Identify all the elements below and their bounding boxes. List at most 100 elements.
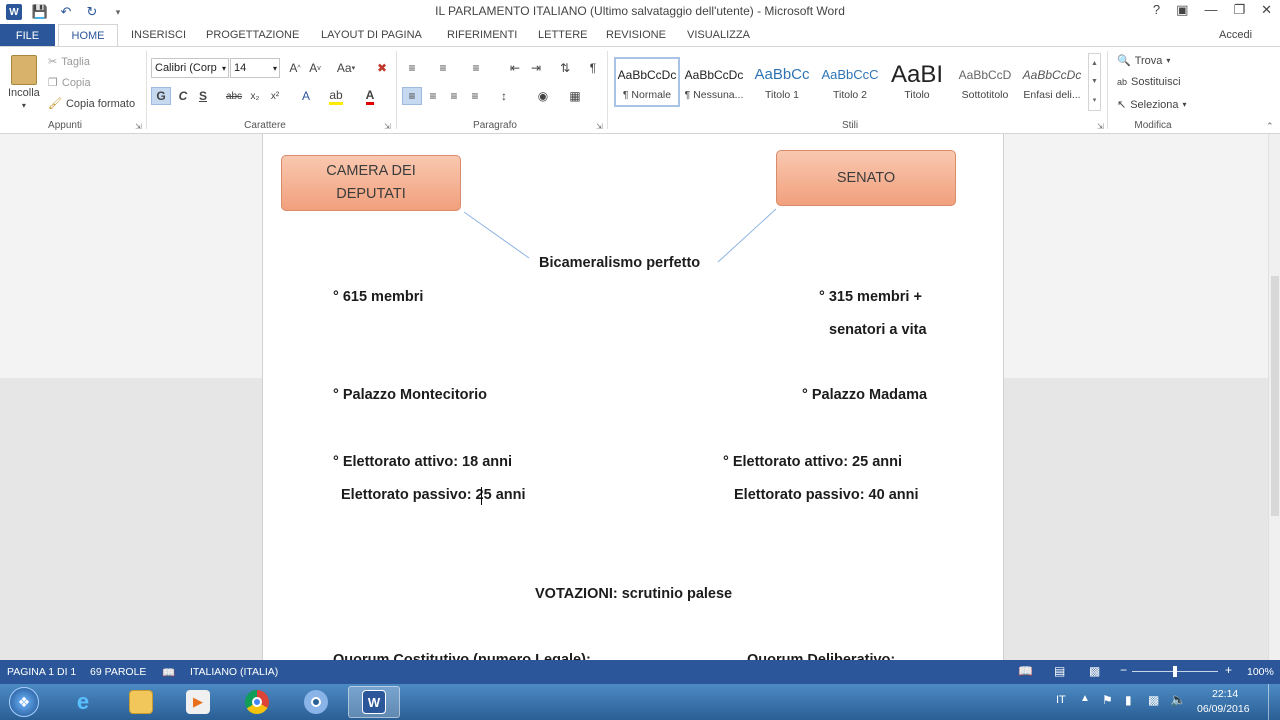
style-nessuna-spaziatura[interactable]: AaBbCcDc ¶ Nessuna... <box>681 57 747 107</box>
taskbar-word[interactable]: W <box>348 686 400 718</box>
align-center-icon[interactable]: ≡ <box>423 87 443 105</box>
help-icon[interactable]: ? <box>1153 2 1160 18</box>
dialog-launcher-icon[interactable]: ⇲ <box>384 122 391 131</box>
tab-file[interactable]: FILE <box>0 24 55 47</box>
network-icon[interactable]: ▩ <box>1148 693 1159 707</box>
tab-riferimenti[interactable]: RIFERIMENTI <box>447 29 517 41</box>
sign-in-link[interactable]: Accedi <box>1219 29 1252 41</box>
highlight-icon[interactable]: ab <box>326 87 346 105</box>
taskbar-chrome[interactable] <box>231 686 283 718</box>
taskbar-ie[interactable]: e <box>57 686 109 718</box>
text-effects-icon[interactable]: A <box>296 87 316 105</box>
align-left-icon[interactable]: ≡ <box>402 87 422 105</box>
box-senato[interactable]: SENATO <box>776 150 956 206</box>
style-normale[interactable]: AaBbCcDc ¶ Normale <box>614 57 680 107</box>
more-icon[interactable]: ▾ <box>1093 96 1097 104</box>
tab-home[interactable]: HOME <box>58 24 118 47</box>
style-enfasi-delicata[interactable]: AaBbCcDc Enfasi deli... <box>1019 57 1085 107</box>
font-color-icon[interactable]: A <box>360 87 380 105</box>
style-titolo-2[interactable]: AaBbCcC Titolo 2 <box>817 57 883 107</box>
replace-button[interactable]: ab Sostituisci <box>1117 76 1181 88</box>
scrollbar-thumb[interactable] <box>1271 276 1279 516</box>
vertical-scrollbar[interactable] <box>1268 134 1280 660</box>
box-camera-deputati[interactable]: CAMERA DEI DEPUTATI <box>281 155 461 211</box>
flag-icon[interactable]: ⚑ <box>1102 693 1113 707</box>
volume-icon[interactable]: 🔈 <box>1170 692 1186 708</box>
print-layout-icon[interactable]: ▤ <box>1054 664 1065 678</box>
restore-icon[interactable]: ❐ <box>1233 2 1245 18</box>
clear-formatting-icon[interactable]: ✖ <box>372 59 392 77</box>
change-case-button[interactable]: Aa ▾ <box>333 59 359 77</box>
styles-gallery-scroll[interactable]: ▲ ▼ ▾ <box>1088 53 1101 111</box>
tab-visualizza[interactable]: VISUALIZZA <box>687 29 750 41</box>
strikethrough-button[interactable]: abc <box>224 87 244 105</box>
start-button[interactable]: ❖ <box>4 685 44 719</box>
select-button[interactable]: ↖ Seleziona ▾ <box>1117 98 1187 112</box>
tab-revisione[interactable]: REVISIONE <box>606 29 666 41</box>
shrink-font-icon[interactable]: Av <box>305 59 325 77</box>
status-page[interactable]: PAGINA 1 DI 1 <box>7 666 76 678</box>
tab-lettere[interactable]: LETTERE <box>538 29 588 41</box>
show-hidden-icons[interactable]: ▲ <box>1080 693 1090 704</box>
proofing-icon[interactable]: 📖 <box>162 666 175 679</box>
text-right-membri-2: senatori a vita <box>829 322 927 338</box>
line-spacing-icon[interactable]: ↕ <box>494 87 514 105</box>
italic-button[interactable]: C <box>173 87 193 105</box>
input-language[interactable]: IT <box>1056 694 1066 706</box>
document-page[interactable]: CAMERA DEI DEPUTATI SENATO Bicameralismo… <box>262 134 1004 660</box>
web-layout-icon[interactable]: ▩ <box>1089 664 1100 678</box>
clock-date[interactable]: 06/09/2016 <box>1197 703 1250 715</box>
dialog-launcher-icon[interactable]: ⇲ <box>1097 122 1104 131</box>
dialog-launcher-icon[interactable]: ⇲ <box>596 122 603 131</box>
show-formatting-button[interactable]: ¶ <box>583 59 603 77</box>
tab-inserisci[interactable]: INSERISCI <box>131 29 186 41</box>
bold-button[interactable]: G <box>151 87 171 105</box>
chevron-down-icon[interactable]: ▼ <box>1091 78 1098 85</box>
align-right-icon[interactable]: ≡ <box>444 87 464 105</box>
tab-progettazione[interactable]: PROGETTAZIONE <box>206 29 299 41</box>
font-size-combo[interactable]: 14 ▾ <box>230 58 280 78</box>
taskbar-explorer[interactable] <box>115 686 167 718</box>
zoom-in-icon[interactable]: + <box>1225 663 1232 677</box>
sort-icon[interactable]: ⇅ <box>555 59 575 77</box>
shading-icon[interactable]: ◉ <box>533 87 553 105</box>
decrease-indent-icon[interactable]: ⇤ <box>505 59 525 77</box>
chevron-up-icon[interactable]: ▲ <box>1091 60 1098 67</box>
increase-indent-icon[interactable]: ⇥ <box>526 59 546 77</box>
zoom-slider-thumb[interactable] <box>1173 666 1177 677</box>
format-painter-button[interactable]: 🖌 Copia formato <box>48 97 135 111</box>
subscript-button[interactable]: x₂ <box>245 87 265 105</box>
underline-button[interactable]: S <box>193 87 213 105</box>
taskbar-chrome-2[interactable] <box>290 686 342 718</box>
paste-button[interactable]: Incolla ▾ <box>8 55 40 110</box>
zoom-level[interactable]: 100% <box>1247 666 1274 678</box>
superscript-button[interactable]: x² <box>265 87 285 105</box>
status-words[interactable]: 69 PAROLE <box>90 666 146 678</box>
font-name-combo[interactable]: Calibri (Corp ▾ <box>151 58 229 78</box>
grow-font-icon[interactable]: A ^ <box>285 59 305 77</box>
clock-time[interactable]: 22:14 <box>1212 688 1238 700</box>
status-language[interactable]: ITALIANO (ITALIA) <box>190 666 278 678</box>
collapse-ribbon-icon[interactable]: ⌃ <box>1266 121 1274 132</box>
style-titolo[interactable]: AaBI Titolo <box>884 57 950 107</box>
style-titolo-1[interactable]: AaBbCc Titolo 1 <box>749 57 815 107</box>
multilevel-list-icon[interactable]: ≡ <box>466 59 486 77</box>
numbering-icon[interactable]: ≡ <box>433 59 453 77</box>
cut-button[interactable]: ✂ Taglia <box>48 55 90 69</box>
zoom-out-icon[interactable]: − <box>1120 663 1127 677</box>
show-desktop-button[interactable] <box>1268 684 1280 720</box>
style-sottotitolo[interactable]: AaBbCcD Sottotitolo <box>952 57 1018 107</box>
find-button[interactable]: 🔍 Trova ▾ <box>1117 54 1170 68</box>
read-mode-icon[interactable]: 📖 <box>1018 664 1033 678</box>
copy-button[interactable]: ❐ Copia <box>48 76 91 90</box>
justify-icon[interactable]: ≡ <box>465 87 485 105</box>
minimize-icon[interactable]: — <box>1204 2 1217 18</box>
battery-icon[interactable]: ▮ <box>1125 693 1132 707</box>
close-icon[interactable]: ✕ <box>1261 2 1272 18</box>
taskbar-media-player[interactable]: ▶ <box>172 686 224 718</box>
ribbon-options-icon[interactable]: ▣ <box>1176 2 1188 18</box>
bullets-icon[interactable]: ≡ <box>402 59 422 77</box>
borders-icon[interactable]: ▦ <box>565 87 585 105</box>
dialog-launcher-icon[interactable]: ⇲ <box>135 122 142 131</box>
tab-layout[interactable]: LAYOUT DI PAGINA <box>321 29 422 41</box>
